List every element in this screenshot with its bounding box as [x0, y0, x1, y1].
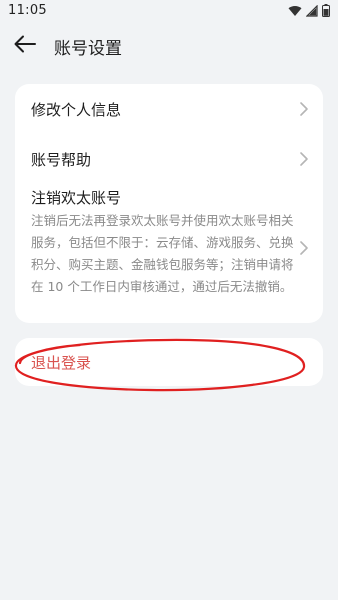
- logout-card[interactable]: 退出登录: [15, 338, 323, 386]
- chevron-right-icon: [299, 240, 309, 256]
- cancel-account-description: 注销后无法再登录欢太账号并使用欢太账号相关服务，包括但不限于：云存储、游戏服务、…: [31, 213, 294, 294]
- status-time: 11:05: [8, 3, 47, 18]
- cellular-signal-icon: [306, 4, 318, 17]
- app-header: 账号设置: [0, 24, 338, 68]
- chevron-right-icon: [299, 151, 309, 167]
- logout-button[interactable]: 退出登录: [31, 352, 91, 373]
- cancel-account-item[interactable]: 注销欢太账号 注销后无法再登录欢太账号并使用欢太账号相关服务，包括但不限于：云存…: [15, 184, 323, 323]
- account-help-item[interactable]: 账号帮助: [15, 134, 323, 184]
- page-title: 账号设置: [54, 39, 122, 59]
- arrow-left-icon: [13, 34, 37, 58]
- battery-icon: [322, 4, 330, 17]
- cancel-account-label: 注销欢太账号: [31, 189, 122, 207]
- edit-profile-item[interactable]: 修改个人信息: [15, 84, 323, 134]
- back-button[interactable]: [10, 32, 40, 60]
- settings-card: 修改个人信息 账号帮助 注销欢太账号 注销后无法再登录欢太账号并使用欢太账号相关…: [15, 84, 323, 323]
- status-icons: [288, 4, 330, 17]
- status-bar: 11:05: [0, 0, 338, 24]
- account-help-label: 账号帮助: [31, 151, 92, 169]
- edit-profile-label: 修改个人信息: [31, 101, 122, 119]
- chevron-right-icon: [299, 101, 309, 117]
- wifi-icon: [288, 5, 302, 17]
